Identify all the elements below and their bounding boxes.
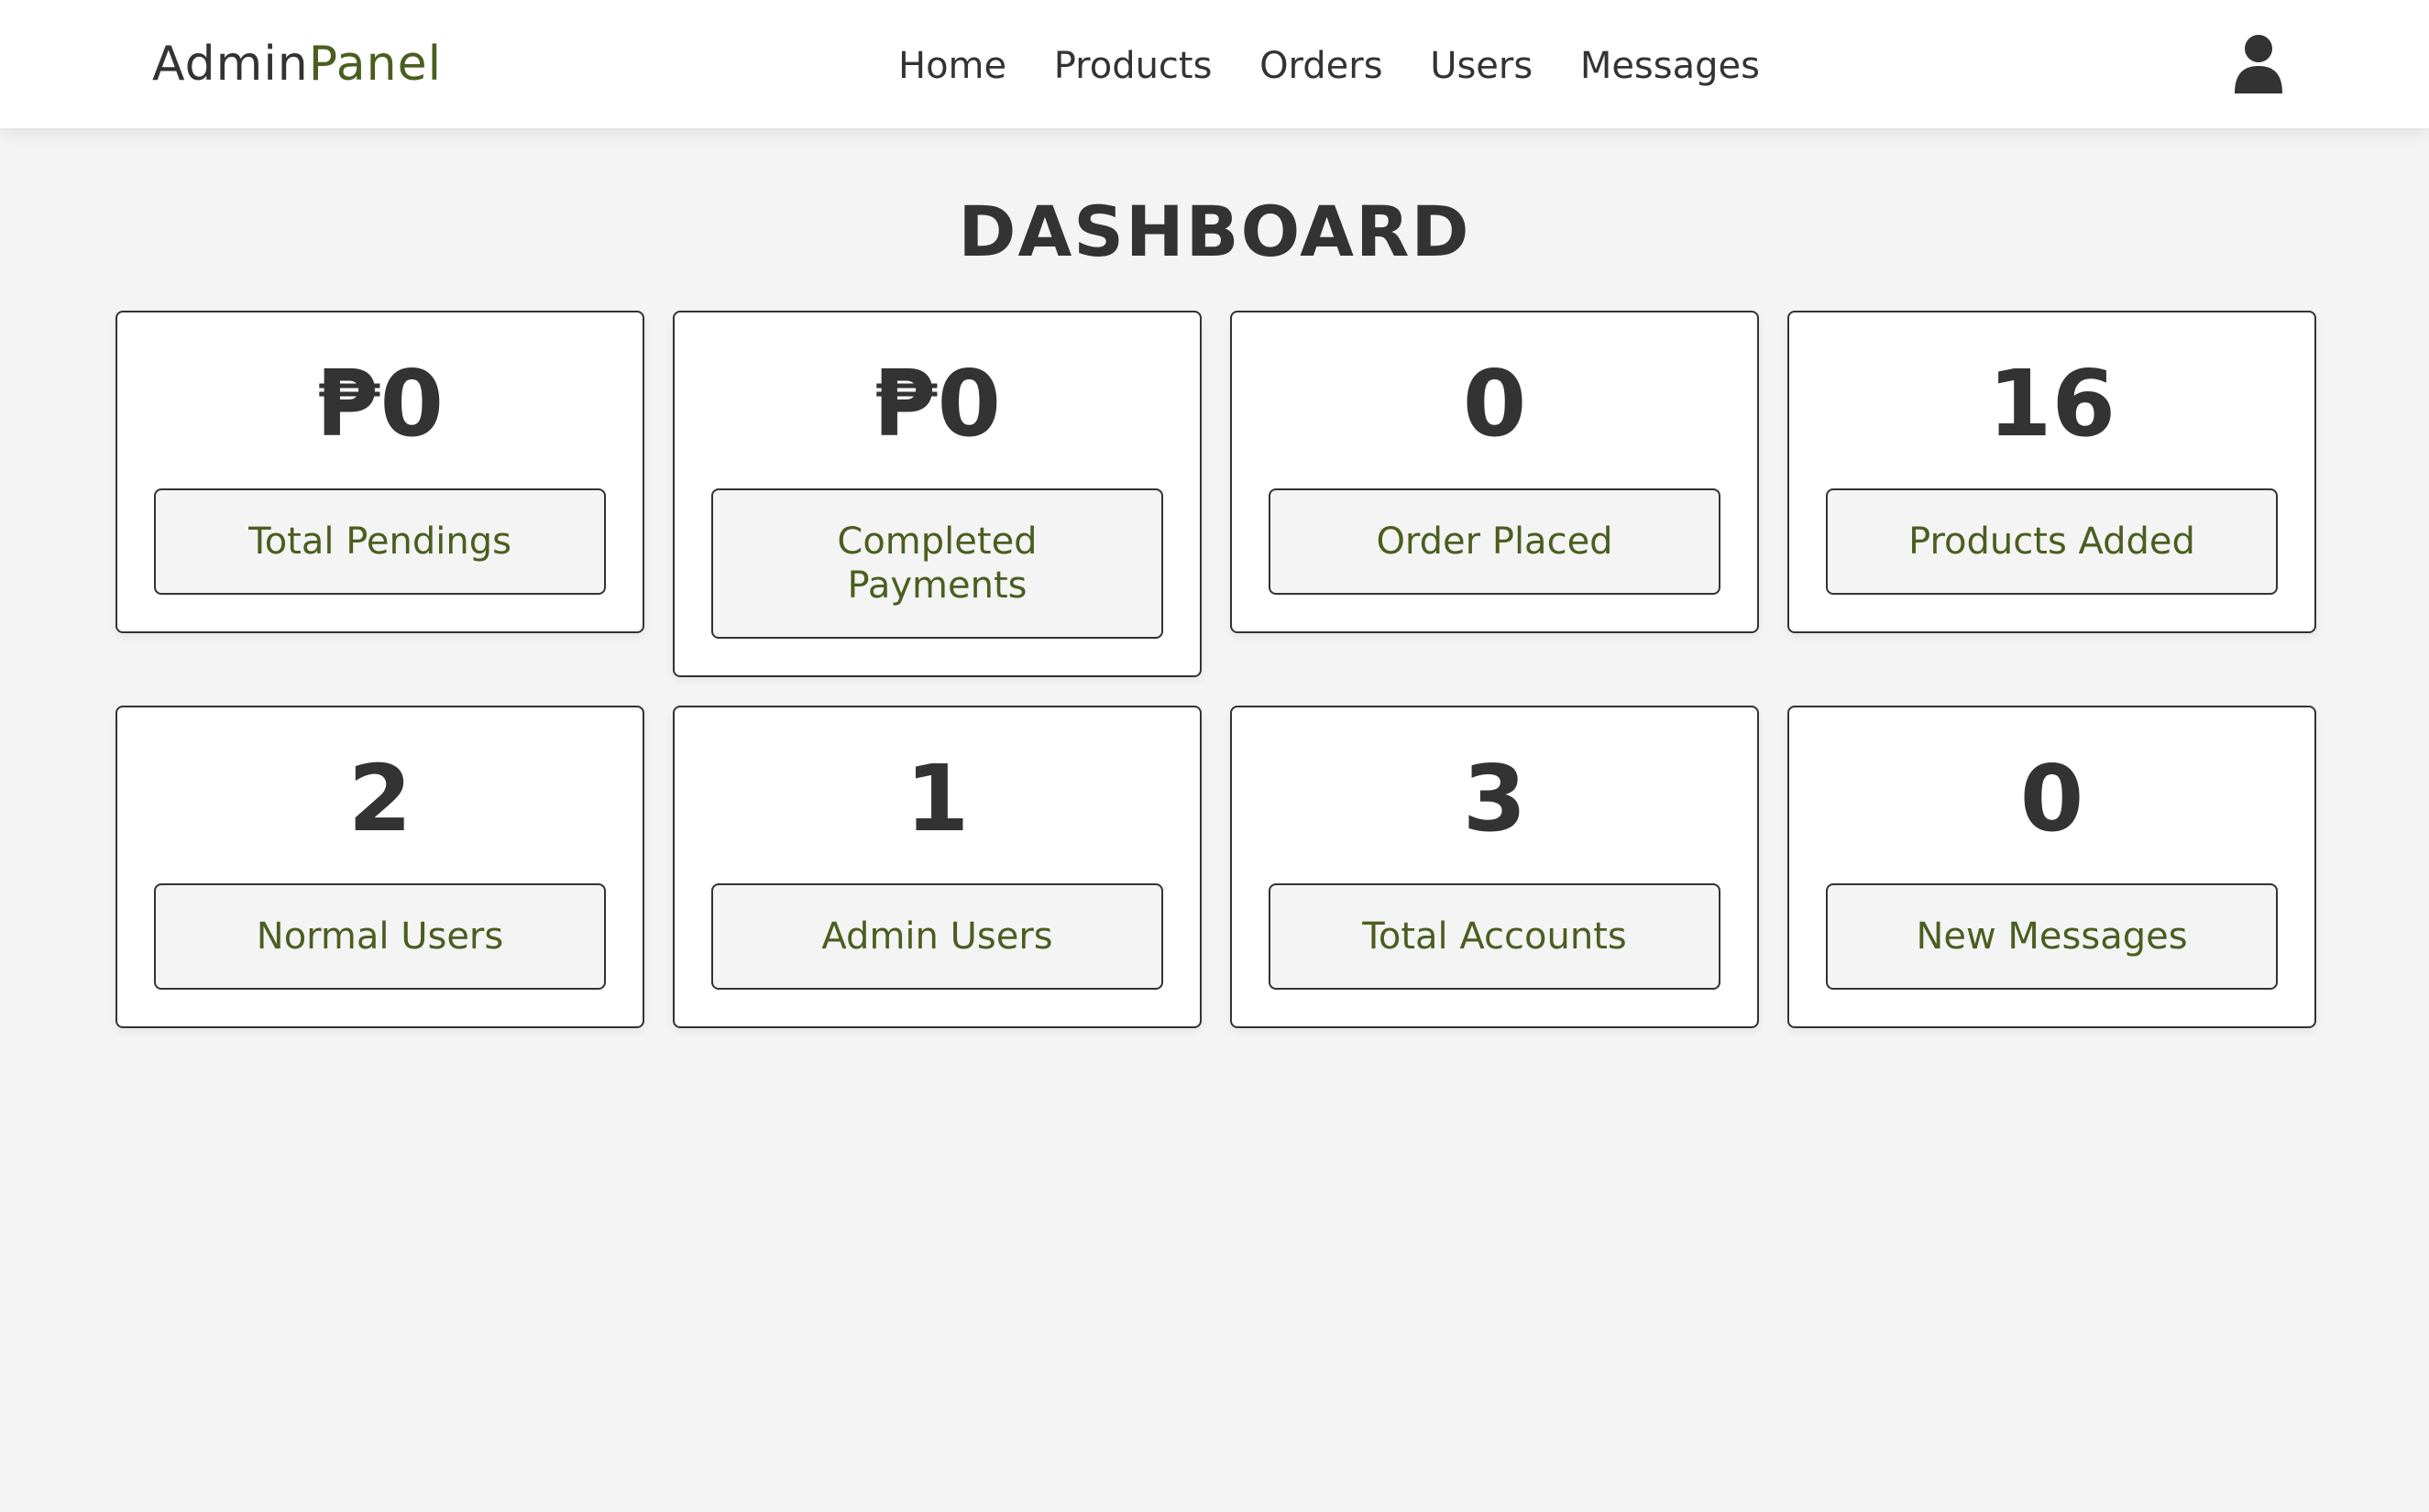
logo-part-admin: Admin [152,37,309,92]
stat-card-order-placed: 0 Order Placed [1230,311,1759,633]
stat-label-button[interactable]: Normal Users [154,883,606,990]
nav-messages[interactable]: Messages [1580,40,1760,92]
stat-card-new-messages: 0 New Messages [1787,706,2316,1028]
user-icon [2235,35,2282,93]
stat-value: 0 [1462,350,1527,457]
stat-card-total-accounts: 3 Total Accounts [1230,706,1759,1028]
stat-value: 3 [1462,745,1527,852]
top-header: AdminPanel Home Products Orders Users Me… [0,0,2429,128]
stat-value: 16 [1987,350,2116,457]
stat-label-button[interactable]: Completed Payments [711,488,1163,639]
stat-label-button[interactable]: Order Placed [1269,488,1720,595]
stat-value: 0 [2019,745,2084,852]
user-menu-button[interactable] [2231,33,2286,95]
stat-label-button[interactable]: Total Accounts [1269,883,1720,990]
logo[interactable]: AdminPanel [152,33,442,95]
page-title: DASHBOARD [958,191,1471,272]
stat-value: ₱0 [315,350,445,457]
stat-card-total-pendings: ₱0 Total Pendings [115,311,644,633]
stats-grid: ₱0 Total Pendings ₱0 Completed Payments … [115,311,2316,1028]
nav-orders[interactable]: Orders [1259,40,1383,92]
stat-label-button[interactable]: Products Added [1826,488,2278,595]
stat-value: ₱0 [873,350,1002,457]
main-nav: Home Products Orders Users Messages [898,40,1760,92]
stat-card-products-added: 16 Products Added [1787,311,2316,633]
stat-value: 1 [905,745,970,852]
stat-label-button[interactable]: New Messages [1826,883,2278,990]
stat-label-button[interactable]: Total Pendings [154,488,606,595]
logo-part-panel: Panel [308,37,443,92]
nav-home[interactable]: Home [898,40,1006,92]
stat-value: 2 [347,745,412,852]
nav-users[interactable]: Users [1430,40,1533,92]
stat-card-admin-users: 1 Admin Users [673,706,1202,1028]
stat-label-button[interactable]: Admin Users [711,883,1163,990]
stat-card-normal-users: 2 Normal Users [115,706,644,1028]
stat-card-completed-payments: ₱0 Completed Payments [673,311,1202,677]
nav-products[interactable]: Products [1054,40,1213,92]
